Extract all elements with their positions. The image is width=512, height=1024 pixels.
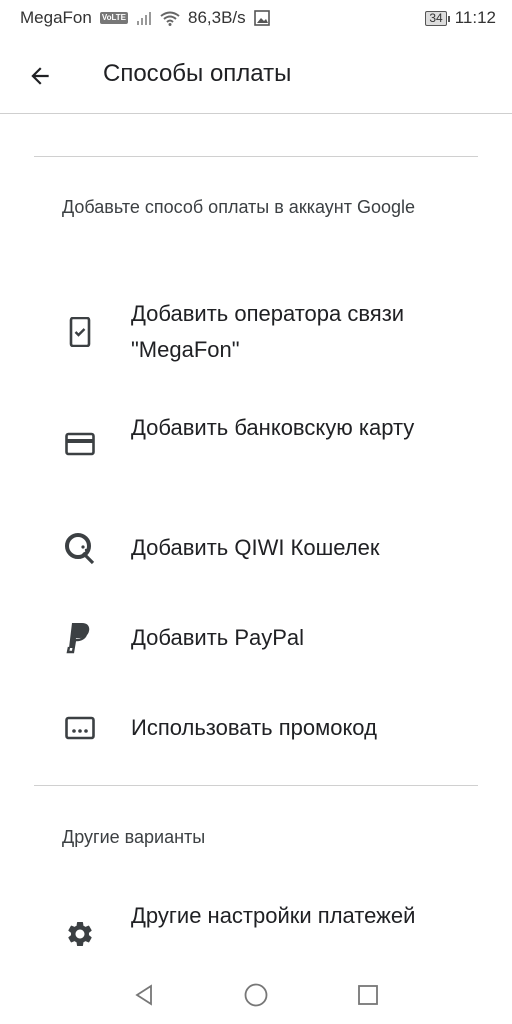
network-speed: 86,3B/s (187, 8, 246, 27)
credit-card-icon (62, 426, 98, 462)
other-payment-settings-label: Другие настройки платежей (131, 903, 416, 928)
add-carrier-billing-label: Добавить оператора связи "MegaFon" (131, 301, 405, 362)
section-divider-top (34, 156, 478, 157)
other-section-title: Другие варианты (62, 827, 206, 847)
redeem-promo-code-option[interactable]: Использовать промокод (0, 706, 512, 750)
app-bar: Способы оплаты (0, 36, 512, 114)
volte-badge: VoLTE (99, 12, 128, 24)
add-qiwi-wallet-option[interactable]: Добавить QIWI Кошелек (0, 526, 512, 570)
back-button[interactable] (22, 58, 58, 94)
image-notification-icon (253, 10, 270, 26)
qiwi-icon (62, 530, 98, 566)
circle-home-icon (244, 983, 268, 1007)
navigation-bar (0, 966, 512, 1024)
add-paypal-label: Добавить PayPal (131, 625, 305, 650)
other-payment-settings-option[interactable]: Другие настройки платежей (0, 898, 512, 970)
nav-recents-button[interactable] (350, 977, 386, 1013)
nav-back-button[interactable] (126, 977, 162, 1013)
clock: 11:12 (454, 8, 496, 27)
status-right: 34 11:12 (425, 8, 496, 28)
status-left: MegaFon VoLTE 86,3B/s (20, 8, 270, 28)
add-bank-card-option[interactable]: Добавить банковскую карту (0, 410, 512, 482)
triangle-back-icon (135, 984, 152, 1006)
arrow-back-icon (31, 67, 49, 85)
add-carrier-billing-option[interactable]: Добавить оператора связи "MegaFon" (0, 296, 512, 368)
add-section-title: Добавьте способ оплаты в аккаунт Google (62, 197, 415, 217)
battery-icon: 34 (425, 10, 451, 26)
redeem-promo-code-label: Использовать промокод (131, 715, 377, 740)
square-recents-icon (358, 985, 378, 1005)
phone-check-icon (62, 314, 98, 350)
section-divider-bottom (34, 785, 478, 786)
page-title: Способы оплаты (103, 60, 292, 87)
nav-home-button[interactable] (238, 977, 274, 1013)
add-qiwi-wallet-label: Добавить QIWI Кошелек (131, 535, 380, 560)
add-bank-card-label: Добавить банковскую карту (131, 415, 415, 440)
carrier-name: MegaFon (20, 8, 92, 27)
signal-icon (136, 11, 152, 25)
gear-icon (62, 916, 98, 952)
wifi-icon (160, 11, 180, 26)
paypal-icon (62, 620, 98, 656)
promo-code-icon (62, 710, 98, 746)
add-paypal-option[interactable]: Добавить PayPal (0, 616, 512, 660)
status-bar: MegaFon VoLTE 86,3B/s 34 11:12 (0, 0, 512, 36)
